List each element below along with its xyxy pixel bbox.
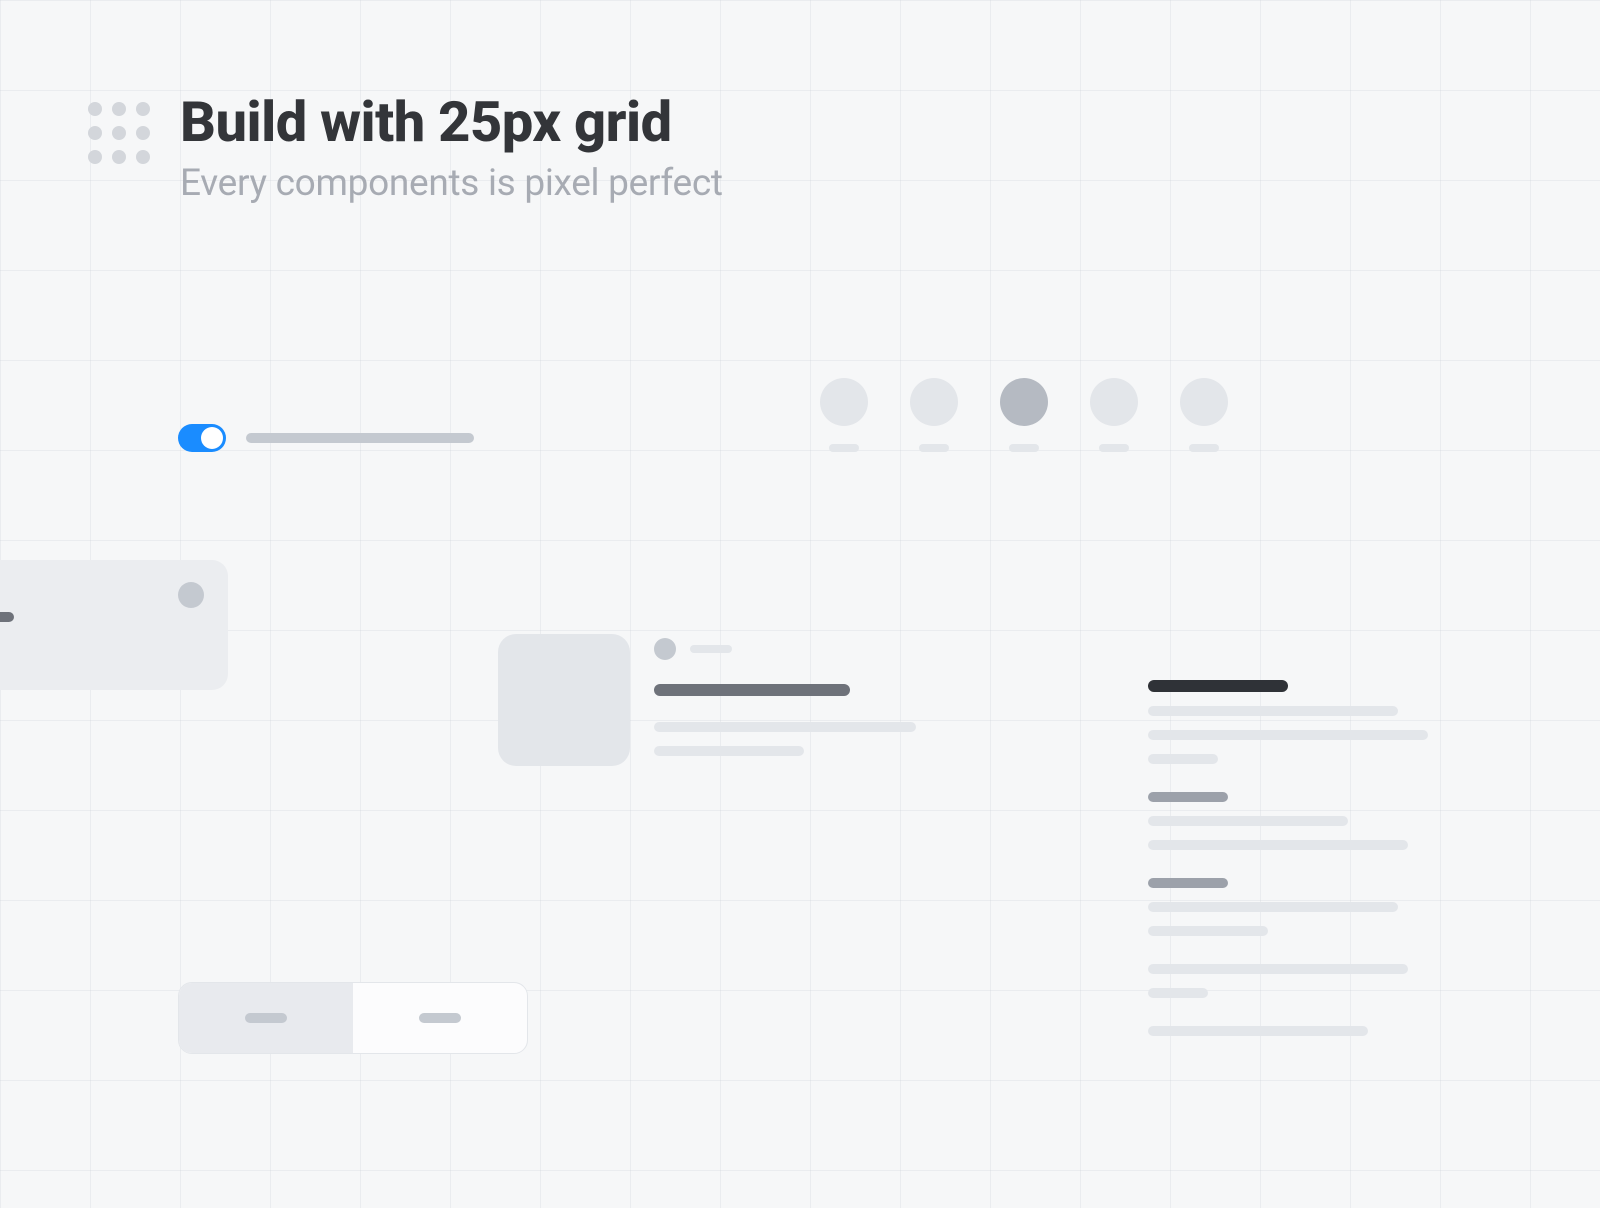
grid-icon <box>88 102 150 164</box>
segment-label-placeholder <box>245 1013 287 1023</box>
tb-line <box>1148 964 1408 974</box>
tb-line <box>1148 840 1408 850</box>
avatar-active <box>1000 378 1048 426</box>
page-subtitle: Every components is pixel perfect <box>180 162 723 205</box>
media-text-line <box>654 722 916 732</box>
avatar-label-placeholder <box>829 444 859 452</box>
text-block-wireframe <box>1148 680 1448 1036</box>
card-title-placeholder <box>0 612 14 622</box>
toggle-switch[interactable] <box>178 424 226 452</box>
tb-line <box>1148 730 1428 740</box>
avatar <box>820 378 868 426</box>
tb-line <box>1148 706 1398 716</box>
author-name-placeholder <box>690 645 732 653</box>
toggle-knob <box>201 427 223 449</box>
tb-line <box>1148 988 1208 998</box>
avatar-item[interactable] <box>820 378 868 452</box>
tb-line <box>1148 902 1398 912</box>
segment-label-placeholder <box>419 1013 461 1023</box>
card-status-dot <box>178 582 204 608</box>
segment-option[interactable] <box>353 983 527 1053</box>
avatar-label-placeholder <box>919 444 949 452</box>
avatar-item[interactable] <box>1000 378 1048 452</box>
tb-line <box>1148 816 1348 826</box>
segment-option[interactable] <box>179 983 353 1053</box>
avatar-item[interactable] <box>910 378 958 452</box>
author-avatar <box>654 638 676 660</box>
media-title-placeholder <box>654 684 850 696</box>
media-text-line <box>654 746 804 756</box>
avatar <box>1090 378 1138 426</box>
avatar-item[interactable] <box>1180 378 1228 452</box>
card-wireframe[interactable] <box>0 560 228 690</box>
avatar-item[interactable] <box>1090 378 1138 452</box>
avatar <box>1180 378 1228 426</box>
avatar-label-placeholder <box>1189 444 1219 452</box>
avatar <box>910 378 958 426</box>
tb-subheading-placeholder <box>1148 878 1228 888</box>
avatar-row <box>820 378 1228 452</box>
tb-line <box>1148 754 1218 764</box>
tb-heading-placeholder <box>1148 680 1288 692</box>
toggle-row <box>178 424 474 452</box>
header: Build with 25px grid Every components is… <box>88 92 723 205</box>
tb-subheading-placeholder <box>1148 792 1228 802</box>
media-thumbnail[interactable] <box>498 634 630 766</box>
media-block <box>498 634 916 766</box>
segmented-control <box>178 982 528 1054</box>
avatar-label-placeholder <box>1009 444 1039 452</box>
tb-line <box>1148 1026 1368 1036</box>
media-meta <box>654 638 916 660</box>
tb-line <box>1148 926 1268 936</box>
toggle-label-placeholder <box>246 433 474 443</box>
page-title: Build with 25px grid <box>180 92 723 154</box>
avatar-label-placeholder <box>1099 444 1129 452</box>
